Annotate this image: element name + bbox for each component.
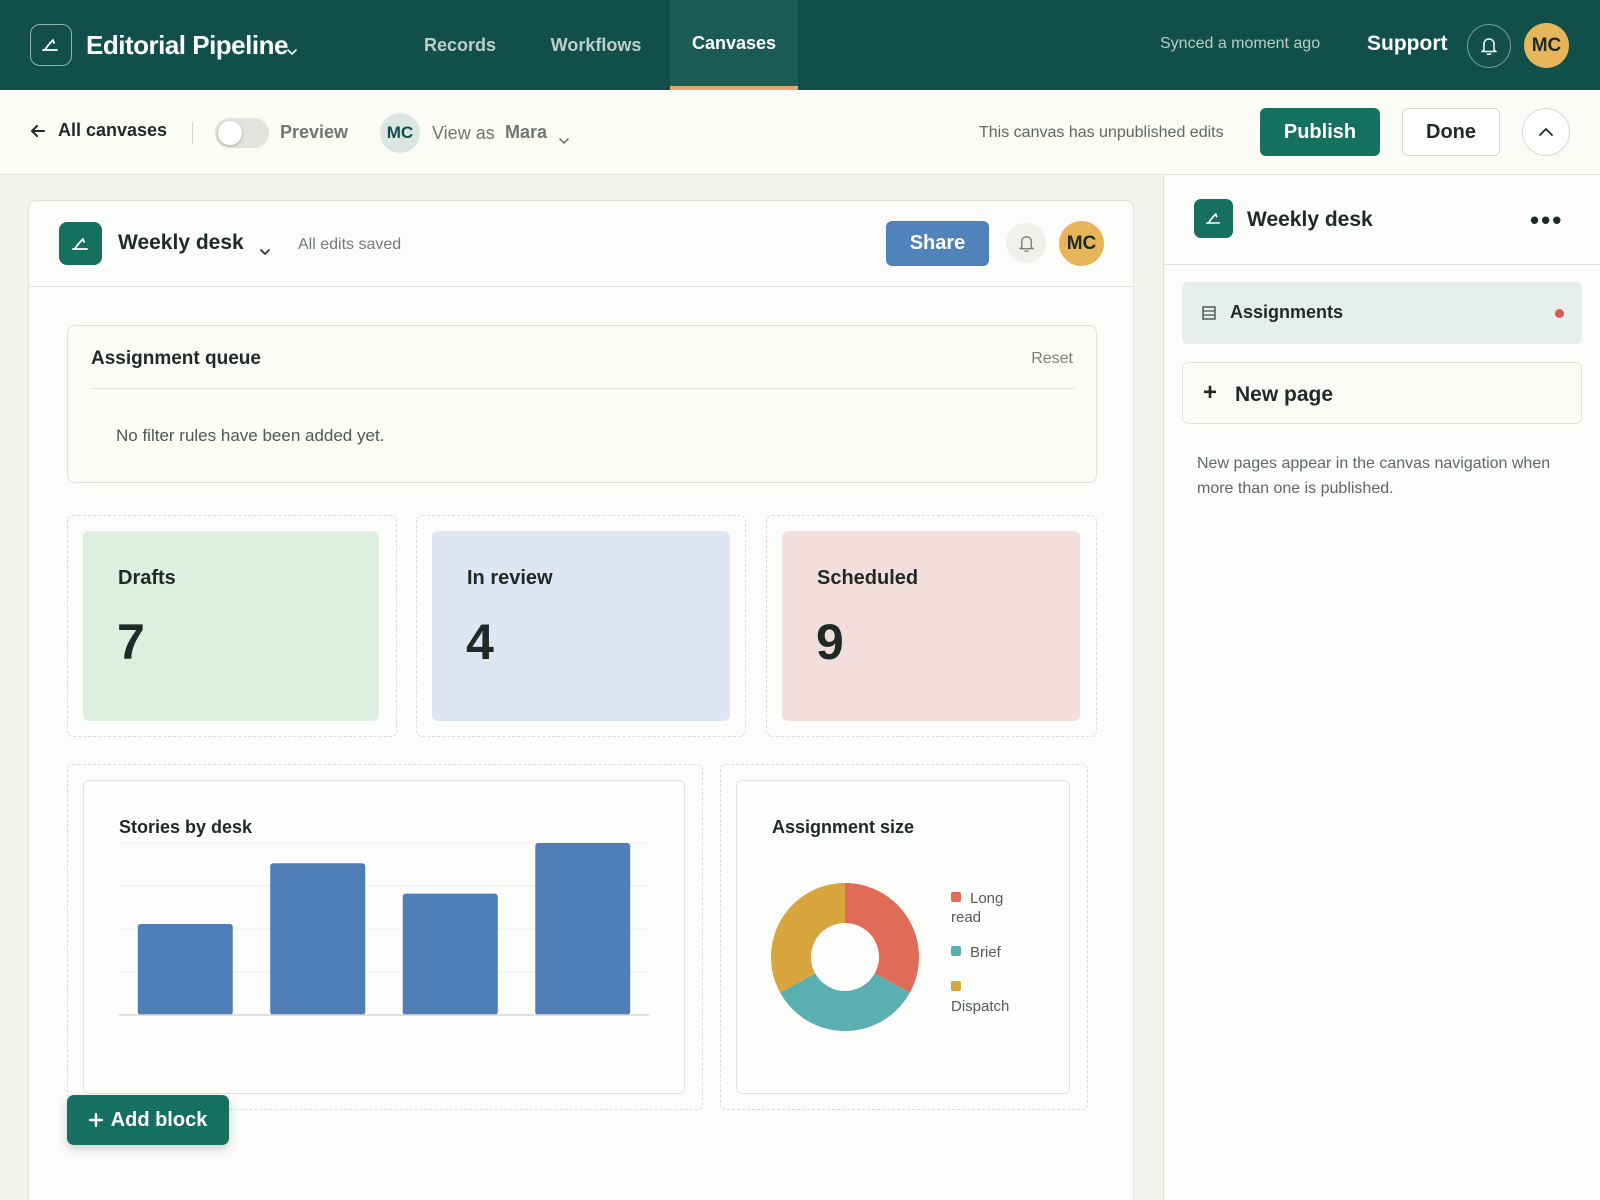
new-page-button[interactable]: + New page	[1182, 362, 1582, 424]
stat-label: In review	[467, 567, 553, 589]
stat-block-drafts[interactable]: Drafts 7	[67, 515, 397, 737]
side-panel-header: Weekly desk •••	[1164, 175, 1600, 265]
chart-card: Assignment size Long read Brief Dispatch	[736, 780, 1070, 1094]
view-as-label: View as	[432, 123, 495, 143]
app-title[interactable]: Editorial Pipeline	[86, 30, 288, 61]
page-item-label: Assignments	[1230, 302, 1344, 322]
chevron-down-icon[interactable]	[259, 243, 271, 261]
done-button[interactable]: Done	[1402, 108, 1500, 156]
save-status: All edits saved	[298, 236, 402, 253]
chevron-up-icon	[1539, 128, 1553, 136]
bar-4[interactable]	[535, 843, 631, 1015]
assignment-queue-block[interactable]: Assignment queue Reset No filter rules h…	[67, 325, 1097, 483]
view-as-avatar[interactable]: MC	[380, 113, 420, 153]
user-avatar[interactable]: MC	[1524, 23, 1569, 68]
new-page-label: New page	[1235, 383, 1334, 406]
bar-chart	[119, 842, 649, 1016]
side-panel-title: Weekly desk	[1247, 208, 1373, 231]
canvas-header: Weekly desk All edits saved Share MC	[29, 201, 1135, 287]
arrow-left-icon	[31, 124, 45, 137]
legend-swatch	[951, 946, 961, 956]
stat-value: 4	[466, 614, 494, 670]
stat-label: Drafts	[118, 567, 176, 589]
top-navigation-bar: Editorial Pipeline Records Workflows Can…	[0, 0, 1600, 90]
table-icon	[1202, 306, 1216, 320]
stat-card: In review 4	[432, 531, 730, 721]
canvas-logo-icon	[59, 222, 102, 265]
preview-toggle[interactable]	[215, 118, 269, 148]
stat-card: Scheduled 9	[782, 531, 1080, 721]
plus-icon	[88, 1113, 103, 1127]
chart-block-stories-by-desk[interactable]: Stories by desk	[67, 764, 703, 1110]
notifications-bell-icon[interactable]	[1467, 24, 1511, 68]
side-panel-note: New pages appear in the canvas navigatio…	[1197, 455, 1551, 497]
tab-canvases[interactable]: Canvases	[670, 0, 798, 90]
legend-swatch	[951, 981, 961, 991]
chart-legend: Long read Brief Dispatch	[951, 889, 1031, 1032]
back-link-label: All canvases	[58, 120, 168, 140]
slice-long-read[interactable]	[845, 883, 919, 993]
tab-workflows[interactable]: Workflows	[530, 0, 662, 90]
legend-item-brief: Brief	[951, 943, 1031, 962]
unpublished-notice: This canvas has unpublished edits	[979, 124, 1224, 141]
queue-empty-message: No filter rules have been added yet.	[116, 426, 385, 445]
unpublished-dot	[1555, 309, 1564, 318]
stat-card: Drafts 7	[83, 531, 379, 721]
chevron-down-icon[interactable]	[558, 132, 570, 150]
pages-side-panel: Weekly desk ••• Assignments + New page N…	[1163, 175, 1600, 1200]
app-logo-icon[interactable]	[30, 24, 72, 66]
stat-value: 7	[117, 614, 145, 670]
canvas-user-avatar[interactable]: MC	[1059, 221, 1104, 266]
add-block-label: Add block	[110, 1108, 208, 1131]
donut-chart	[771, 883, 919, 1031]
canvas-toolbar: All canvases Preview MC View as Mara Thi…	[0, 90, 1600, 175]
back-to-canvases-link[interactable]: All canvases	[30, 120, 167, 141]
publish-button[interactable]: Publish	[1260, 108, 1380, 156]
chart-block-assignment-size[interactable]: Assignment size Long read Brief Dispatch	[720, 764, 1088, 1110]
preview-label: Preview	[280, 122, 349, 142]
stat-value: 9	[816, 614, 844, 670]
toolbar-divider	[192, 122, 193, 144]
queue-divider	[91, 388, 1075, 389]
canvas-bell-icon[interactable]	[1006, 223, 1046, 263]
legend-item-dispatch: Dispatch	[951, 978, 1031, 1016]
reset-button[interactable]: Reset	[1031, 350, 1073, 368]
sync-status: Synced a moment ago	[1160, 35, 1321, 52]
legend-label: Brief	[970, 944, 1001, 961]
plus-icon: +	[1203, 379, 1218, 406]
chart-card: Stories by desk	[83, 780, 685, 1094]
bar-2[interactable]	[270, 863, 366, 1015]
slice-dispatch[interactable]	[771, 883, 845, 993]
stat-block-scheduled[interactable]: Scheduled 9	[766, 515, 1097, 737]
chart-title: Assignment size	[772, 817, 915, 837]
view-as-user-select[interactable]: Mara	[505, 122, 547, 143]
bar-3[interactable]	[402, 893, 498, 1015]
canvas-card: Weekly desk All edits saved Share MC Ass…	[28, 200, 1135, 1200]
canvas-title[interactable]: Weekly desk	[118, 231, 244, 255]
stat-label: Scheduled	[817, 567, 919, 589]
tab-records[interactable]: Records	[402, 0, 518, 90]
queue-title: Assignment queue	[91, 348, 261, 369]
page-item-assignments[interactable]: Assignments	[1182, 282, 1582, 344]
share-button[interactable]: Share	[886, 221, 989, 266]
stat-block-in-review[interactable]: In review 4	[416, 515, 746, 737]
legend-swatch	[951, 892, 961, 902]
legend-item-long-read: Long read	[951, 889, 1031, 927]
canvas-logo-icon	[1194, 199, 1233, 238]
chevron-down-icon[interactable]	[286, 43, 298, 61]
support-link[interactable]: Support	[1367, 32, 1447, 56]
toggle-knob	[218, 121, 242, 145]
collapse-button[interactable]	[1522, 108, 1570, 156]
slice-brief[interactable]	[780, 973, 910, 1031]
legend-label: Dispatch	[951, 998, 1010, 1015]
add-block-button[interactable]: Add block	[67, 1095, 229, 1145]
bar-1[interactable]	[137, 923, 233, 1015]
more-options-icon[interactable]: •••	[1530, 205, 1563, 236]
